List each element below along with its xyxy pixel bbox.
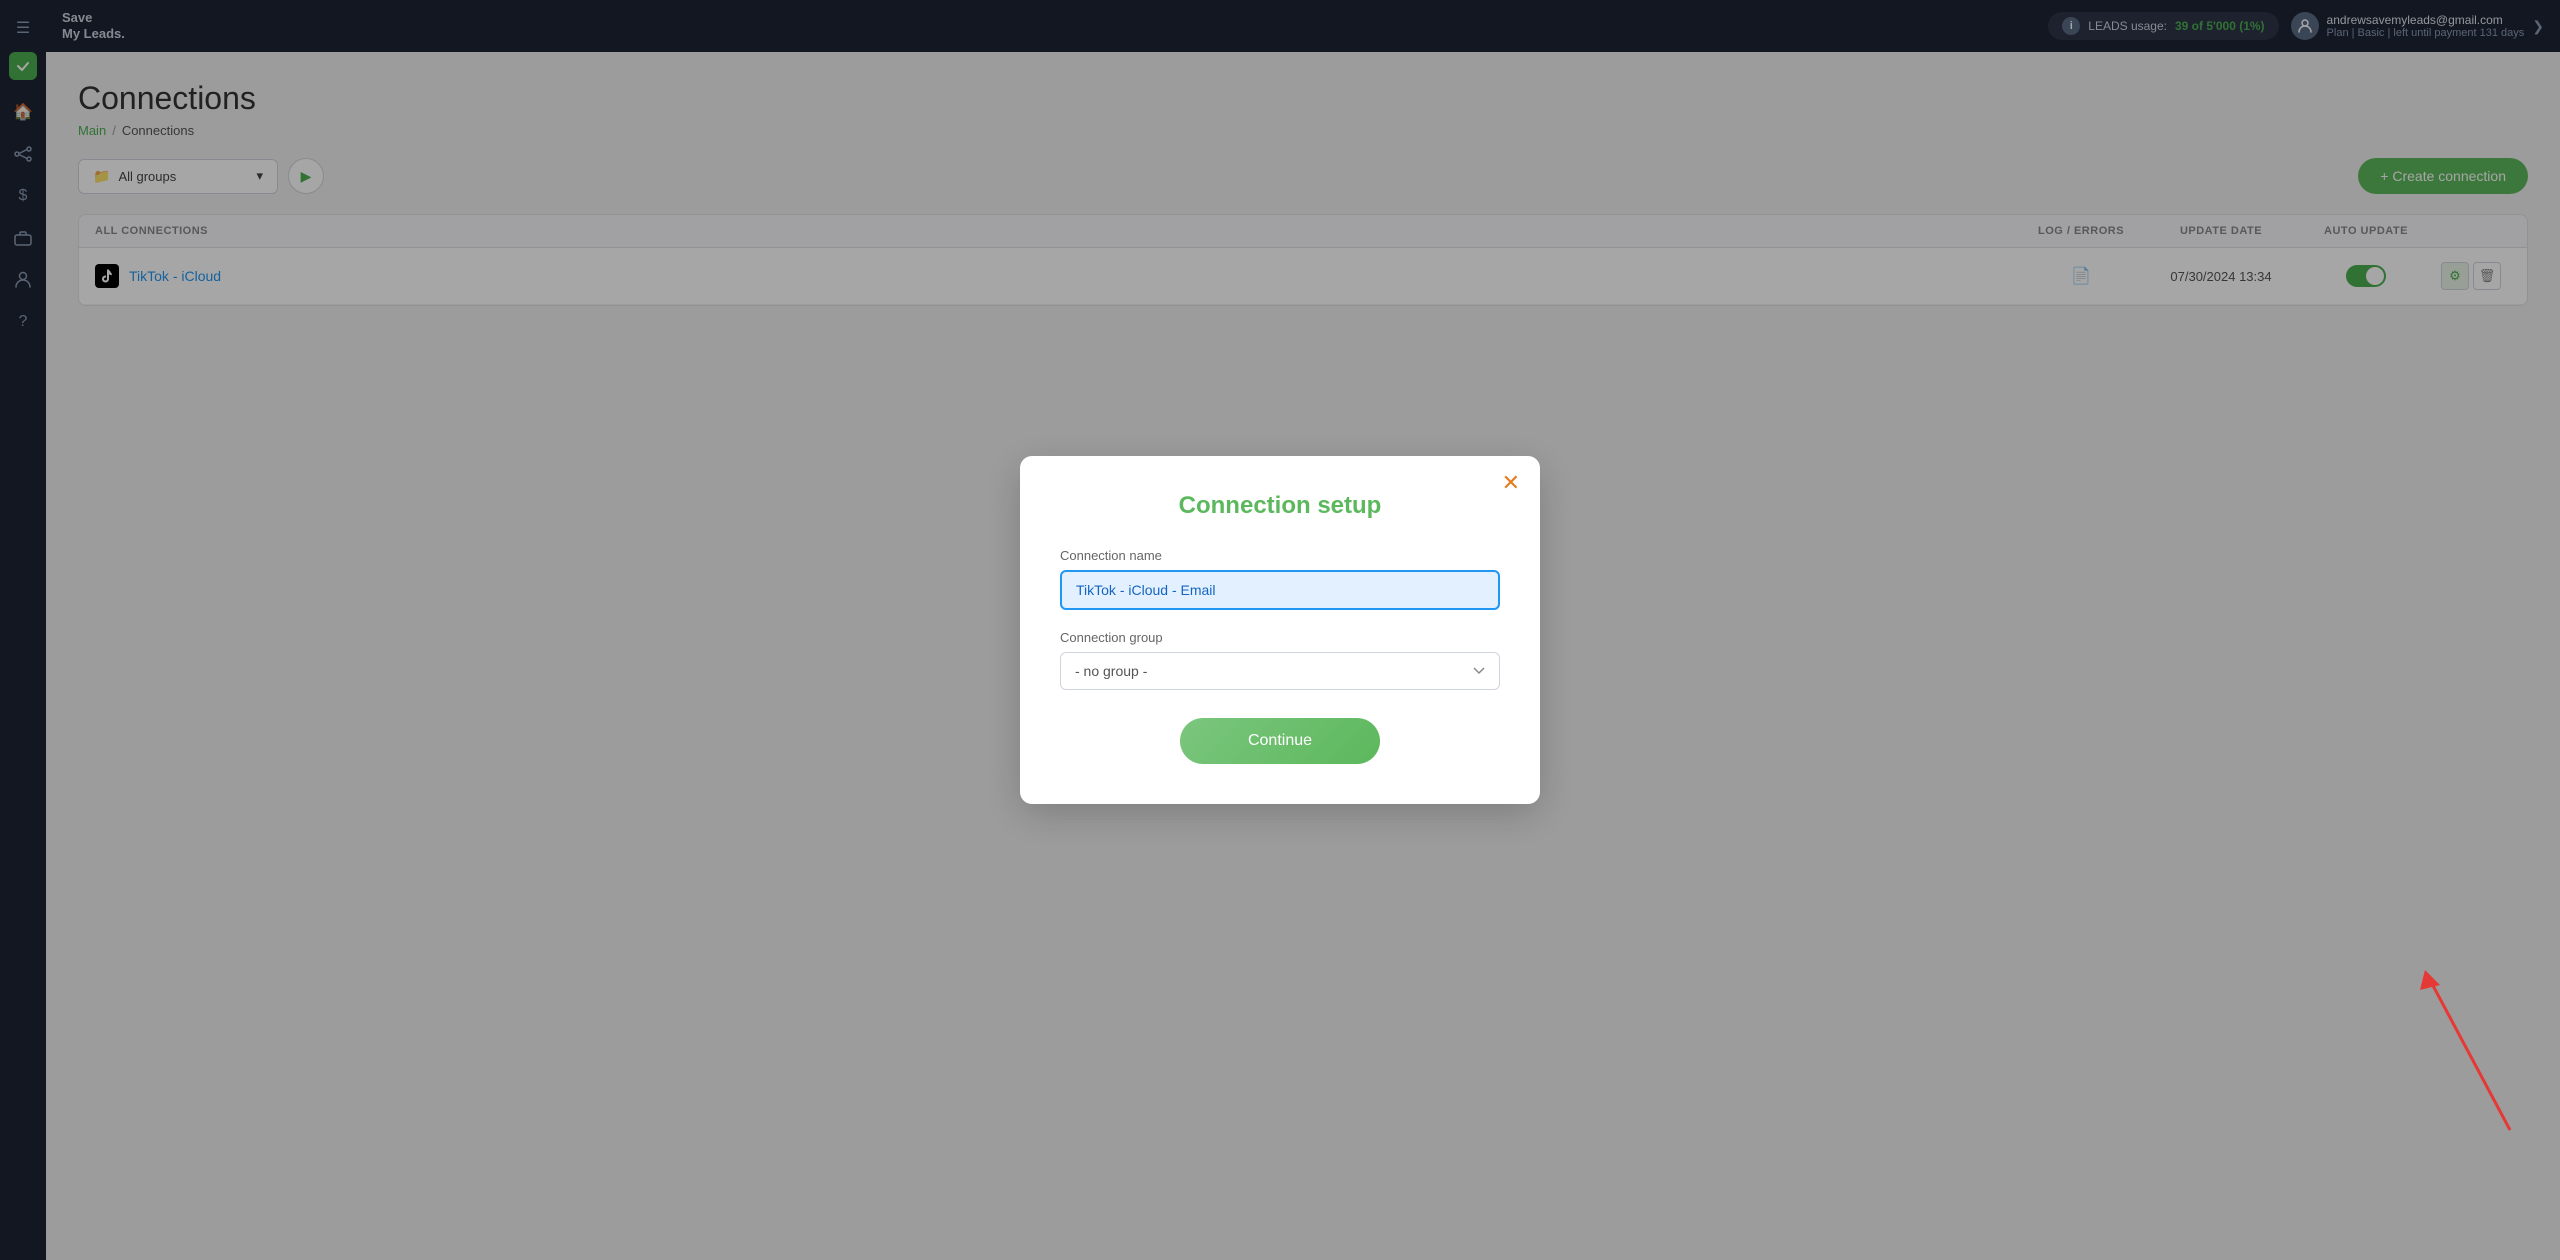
connection-group-group: Connection group - no group - [1060, 630, 1500, 690]
modal-overlay[interactable]: ✕ Connection setup Connection name Conne… [0, 0, 2560, 1260]
connection-group-select[interactable]: - no group - [1060, 652, 1500, 690]
connection-group-label: Connection group [1060, 630, 1500, 645]
modal-close-button[interactable]: ✕ [1502, 472, 1520, 494]
connection-name-group: Connection name [1060, 548, 1500, 610]
connection-name-label: Connection name [1060, 548, 1500, 563]
modal-title: Connection setup [1060, 492, 1500, 520]
connection-setup-modal: ✕ Connection setup Connection name Conne… [1020, 456, 1540, 804]
connection-name-input[interactable] [1060, 570, 1500, 610]
continue-button[interactable]: Continue [1180, 718, 1380, 764]
